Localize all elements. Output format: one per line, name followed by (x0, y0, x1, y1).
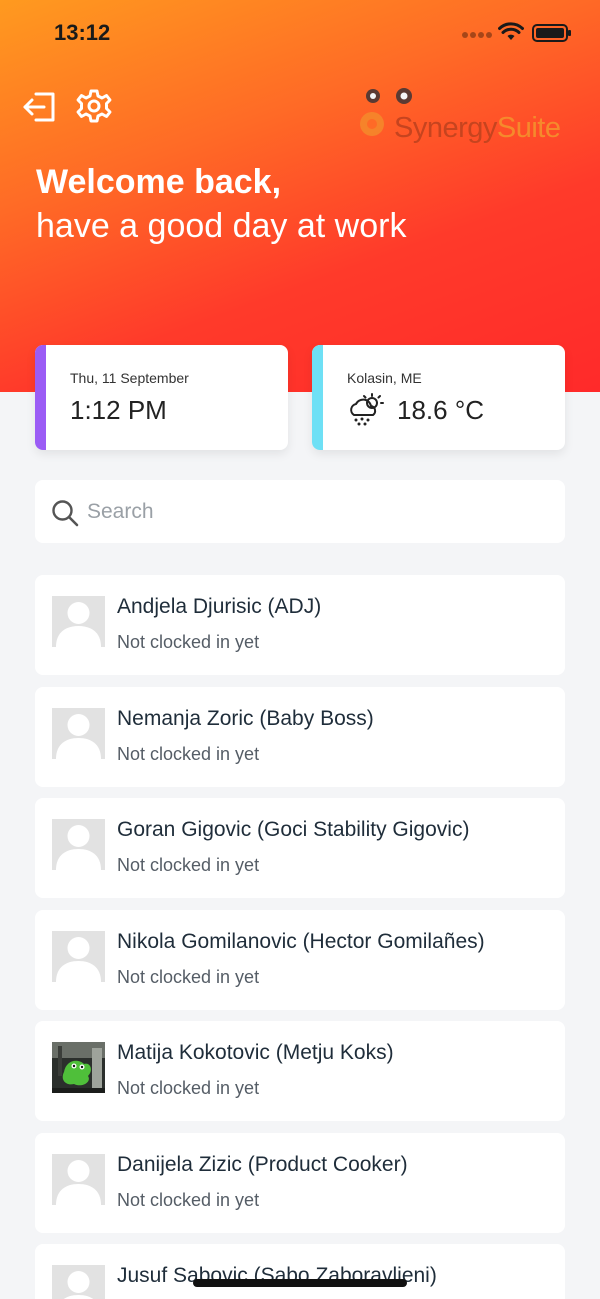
avatar-placeholder (52, 1153, 105, 1205)
welcome-title: Welcome back, (36, 163, 282, 201)
clock-status: Not clocked in yet (117, 1078, 260, 1098)
employee-row[interactable]: Nikola Gomilanovic (Hector Gomilañes) No… (35, 909, 565, 1010)
cloud-sun-snow-icon (350, 393, 384, 426)
employee-name: Nemanja Zoric (Baby Boss) (117, 706, 374, 730)
employee-row[interactable]: Danijela Zizic (Product Cooker) Not cloc… (35, 1132, 565, 1233)
clock-status: Not clocked in yet (117, 855, 260, 875)
logout-icon[interactable] (22, 90, 58, 124)
employee-list: Andjela Djurisic (ADJ) Not clocked in ye… (35, 575, 565, 1299)
date-card: Thu, 11 September 1:12 PM (35, 345, 288, 450)
search-bar[interactable] (35, 480, 565, 543)
employee-name: Danijela Zizic (Product Cooker) (117, 1152, 408, 1176)
synergysuite-logo: SynergySuite (356, 84, 582, 148)
employee-name: Andjela Djurisic (ADJ) (117, 595, 322, 618)
current-date: Thu, 11 September (70, 370, 189, 386)
employee-row[interactable]: Jusuf Sabovic (Sabo Zaboravljeni) (35, 1244, 565, 1299)
employee-name: Goran Gigovic (Goci Stability Gigovic) (117, 818, 470, 841)
search-icon (52, 500, 79, 527)
clock-status: Not clocked in yet (117, 1189, 260, 1210)
cellular-signal-icon (462, 30, 492, 40)
current-time: 1:12 PM (70, 395, 167, 425)
avatar-placeholder (52, 707, 105, 759)
wifi-icon (498, 22, 524, 40)
employee-row[interactable]: Goran Gigovic (Goci Stability Gigovic) N… (35, 798, 565, 898)
weather-card: Kolasin, ME 18.6 °C (312, 345, 565, 450)
welcome-subtitle: have a good day at work (36, 207, 407, 245)
avatar-placeholder (52, 1265, 105, 1299)
clock-status: Not clocked in yet (117, 743, 260, 764)
avatar-placeholder (52, 596, 105, 647)
date-card-accent (35, 345, 46, 450)
avatar-placeholder (52, 819, 105, 870)
logo-text: SynergySuite (394, 112, 561, 144)
weather-card-accent (312, 345, 323, 450)
home-indicator[interactable] (193, 1279, 407, 1287)
battery-icon (532, 24, 571, 42)
employee-name: Nikola Gomilanovic (Hector Gomilañes) (117, 929, 485, 953)
status-bar: 13:12 (0, 0, 600, 66)
avatar-placeholder (52, 930, 105, 982)
status-time: 13:12 (54, 20, 111, 45)
employee-name: Matija Kokotovic (Metju Koks) (117, 1041, 394, 1064)
weather-temperature: 18.6 °C (397, 395, 485, 425)
clock-status: Not clocked in yet (117, 632, 260, 652)
weather-location: Kolasin, ME (347, 370, 422, 386)
employee-row[interactable]: Matija Kokotovic (Metju Koks) Not clocke… (35, 1021, 565, 1121)
settings-gear-icon[interactable] (76, 88, 112, 124)
welcome-section: Welcome back, have a good day at work (36, 162, 406, 250)
employee-row[interactable]: Nemanja Zoric (Baby Boss) Not clocked in… (35, 686, 565, 787)
employee-row[interactable]: Andjela Djurisic (ADJ) Not clocked in ye… (35, 575, 565, 675)
search-input[interactable] (87, 490, 547, 534)
clock-status: Not clocked in yet (117, 966, 260, 987)
avatar-photo (52, 1042, 105, 1093)
